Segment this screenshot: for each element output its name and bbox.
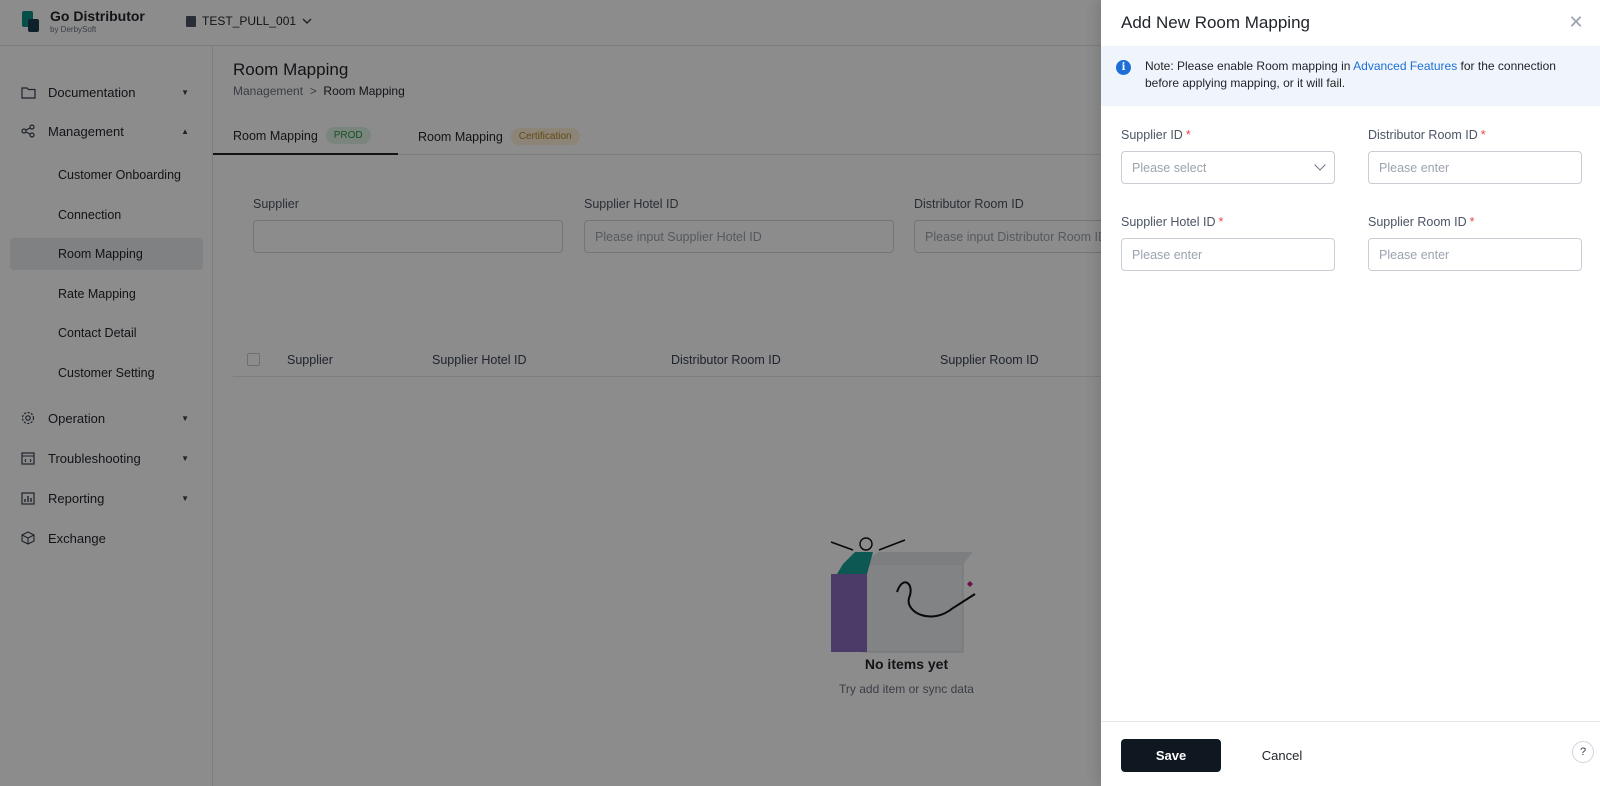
note-prefix: Note: Please enable Room mapping in: [1145, 59, 1354, 73]
supplier-id-label: Supplier ID *: [1121, 128, 1191, 142]
note-text: Note: Please enable Room mapping in Adva…: [1145, 58, 1585, 92]
add-room-mapping-drawer: Add New Room Mapping ✕ i Note: Please en…: [1101, 0, 1600, 786]
drawer-footer: Save Cancel ?: [1101, 721, 1600, 786]
required-mark: *: [1185, 128, 1191, 142]
supplier-room-id-label: Supplier Room ID *: [1368, 215, 1475, 229]
label-text: Supplier Room ID: [1368, 215, 1467, 229]
supplier-id-select[interactable]: Please select: [1121, 151, 1335, 184]
info-icon: i: [1116, 60, 1131, 75]
close-icon[interactable]: ✕: [1566, 12, 1586, 32]
supplier-hotel-id-label: Supplier Hotel ID *: [1121, 215, 1223, 229]
drawer-title: Add New Room Mapping: [1121, 13, 1310, 32]
label-text: Distributor Room ID: [1368, 128, 1478, 142]
save-button[interactable]: Save: [1121, 739, 1221, 772]
required-mark: *: [1480, 128, 1486, 142]
required-mark: *: [1218, 215, 1224, 229]
help-icon[interactable]: ?: [1572, 741, 1594, 763]
distributor-room-id-input[interactable]: Please enter: [1368, 151, 1582, 184]
info-note: i Note: Please enable Room mapping in Ad…: [1101, 46, 1600, 106]
supplier-hotel-id-input[interactable]: Please enter: [1121, 238, 1335, 271]
select-placeholder: Please select: [1132, 160, 1207, 175]
chevron-down-icon: [1314, 159, 1326, 171]
supplier-room-id-input[interactable]: Please enter: [1368, 238, 1582, 271]
required-mark: *: [1469, 215, 1475, 229]
advanced-features-link[interactable]: Advanced Features: [1353, 59, 1457, 73]
label-text: Supplier Hotel ID: [1121, 215, 1216, 229]
cancel-button[interactable]: Cancel: [1232, 739, 1332, 772]
label-text: Supplier ID: [1121, 128, 1183, 142]
distributor-room-id-label: Distributor Room ID *: [1368, 128, 1486, 142]
